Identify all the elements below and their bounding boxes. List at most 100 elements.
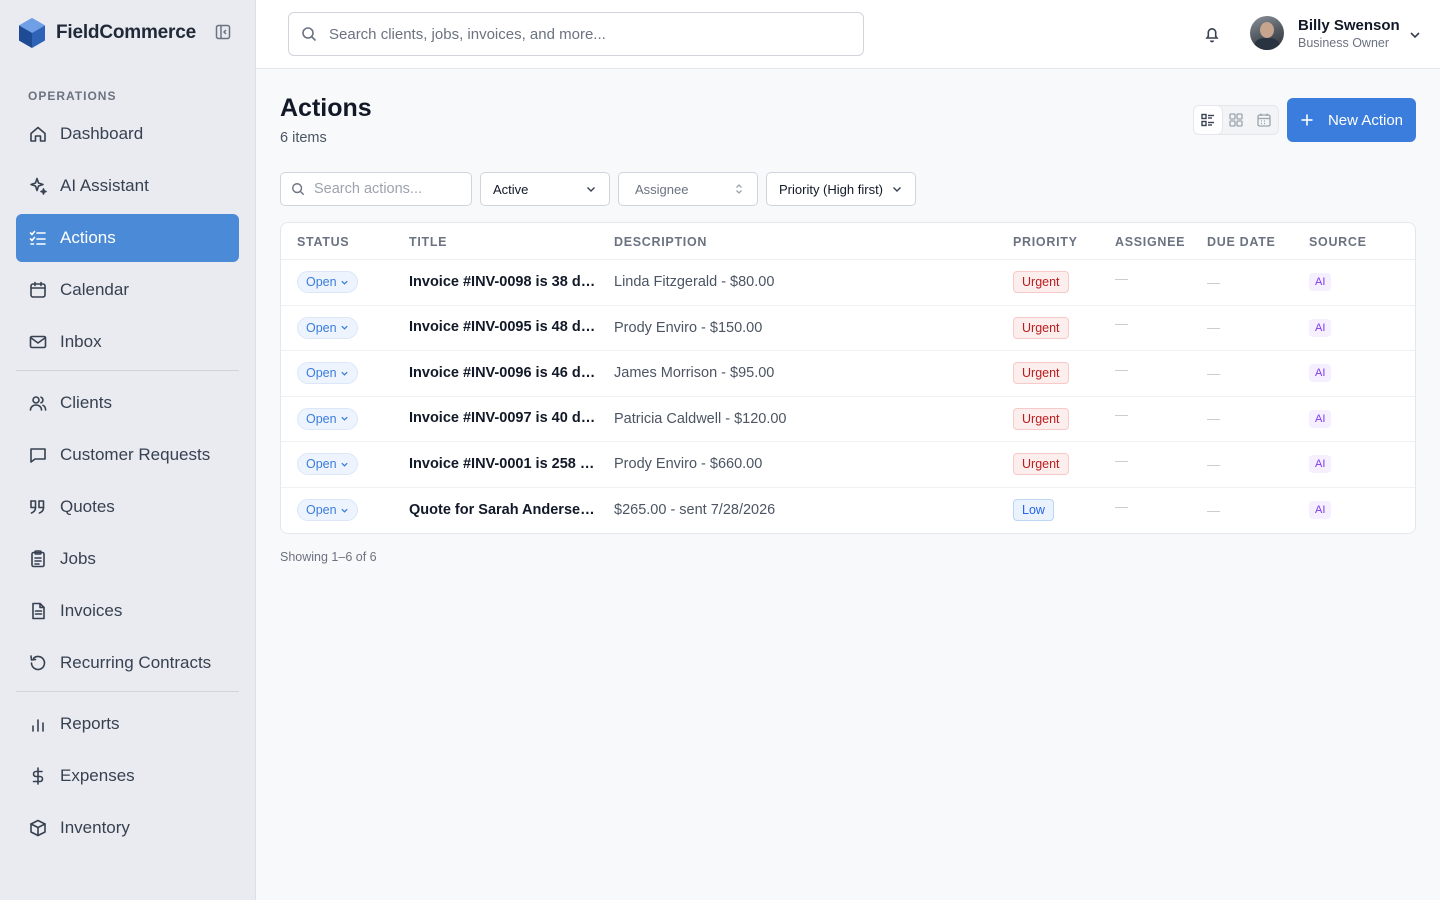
action-description: Prody Enviro - $150.00 bbox=[614, 319, 763, 336]
table-row[interactable]: Open Invoice #INV-0098 is 38 days overdue… bbox=[281, 260, 1415, 306]
column-header[interactable]: DUE DATE bbox=[1207, 235, 1276, 249]
table-header: STATUS TITLE DESCRIPTION PRIORITY ASSIGNEE DU… bbox=[281, 223, 1415, 260]
source-badge: AI bbox=[1309, 455, 1332, 474]
chevrons-up-down-icon bbox=[736, 184, 742, 194]
sidebar-item-label: AI Assistant bbox=[60, 176, 149, 195]
chevron-down-icon bbox=[340, 508, 348, 513]
sidebar-item-inventory[interactable]: Inventory bbox=[16, 804, 239, 852]
user-name: Billy Swenson bbox=[1298, 16, 1400, 34]
actions-search[interactable] bbox=[280, 172, 472, 206]
sidebar-item-actions[interactable]: Actions bbox=[16, 214, 239, 262]
sidebar-item-quotes[interactable]: Quotes bbox=[16, 483, 239, 531]
sidebar-item-recurring-contracts[interactable]: Recurring Contracts bbox=[16, 639, 239, 687]
action-title[interactable]: Invoice #INV-0098 is 38 days overdue bbox=[409, 260, 601, 306]
source-badge: AI bbox=[1309, 318, 1332, 337]
assignee-value: — bbox=[1115, 361, 1128, 377]
new-action-label: New Action bbox=[1327, 111, 1404, 129]
calendar-icon bbox=[30, 281, 46, 298]
new-action-button[interactable]: New Action bbox=[1287, 98, 1416, 142]
sidebar-item-jobs[interactable]: Jobs bbox=[16, 535, 239, 583]
column-header[interactable]: STATUS bbox=[297, 235, 349, 249]
column-header[interactable]: TITLE bbox=[409, 235, 447, 249]
table-row[interactable]: Open Invoice #INV-0095 is 48 days overdue… bbox=[281, 305, 1415, 351]
status-dropdown[interactable]: Open bbox=[297, 407, 358, 430]
source-badge: AI bbox=[1309, 364, 1332, 383]
sidebar-item-dashboard[interactable]: Dashboard bbox=[16, 110, 239, 158]
bar-chart-icon bbox=[32, 719, 44, 732]
action-title[interactable]: Invoice #INV-0001 is 258 days overdue bbox=[409, 442, 601, 488]
sidebar-item-ai-assistant[interactable]: AI Assistant bbox=[16, 162, 239, 210]
status-dropdown[interactable]: Open bbox=[297, 316, 358, 339]
sort-select[interactable]: Priority (High first) bbox=[766, 172, 916, 206]
column-header[interactable]: SOURCE bbox=[1309, 235, 1367, 249]
sidebar-item-customer-requests[interactable]: Customer Requests bbox=[16, 431, 239, 479]
action-title[interactable]: Invoice #INV-0097 is 40 days overdue bbox=[409, 396, 601, 442]
file-text-icon bbox=[32, 602, 45, 620]
assignee-value: — bbox=[1115, 498, 1128, 514]
calendar-view-icon bbox=[1257, 113, 1271, 127]
sidebar-item-label: Reports bbox=[60, 714, 120, 733]
table-row[interactable]: Open Invoice #INV-0097 is 40 days overdue… bbox=[281, 396, 1415, 442]
status-dropdown[interactable]: Open bbox=[297, 499, 358, 522]
sparkles-icon bbox=[30, 177, 47, 195]
actions-table: STATUS TITLE DESCRIPTION PRIORITY ASSIGNEE DU… bbox=[280, 222, 1416, 534]
table-row[interactable]: Open Quote for Sarah Andersen awaiting re… bbox=[281, 488, 1415, 534]
view-toggle bbox=[1193, 105, 1279, 135]
mail-icon bbox=[29, 335, 47, 349]
due-date-value: — bbox=[1207, 365, 1220, 381]
section-label-operations: OPERATIONS bbox=[28, 89, 117, 103]
priority-badge: Urgent bbox=[1013, 453, 1069, 476]
column-header[interactable]: PRIORITY bbox=[1013, 235, 1078, 249]
sidebar-item-label: Jobs bbox=[60, 549, 96, 568]
sidebar-item-label: Dashboard bbox=[60, 124, 144, 143]
source-badge: AI bbox=[1309, 273, 1332, 292]
action-title[interactable]: Quote for Sarah Andersen awaiting respon… bbox=[409, 488, 601, 534]
sidebar-nav: Dashboard AI Assistant Actions Calendar Inbo… bbox=[16, 110, 239, 856]
rotate-ccw-icon bbox=[30, 655, 46, 671]
action-description: James Morrison - $95.00 bbox=[614, 365, 775, 382]
column-header[interactable]: ASSIGNEE bbox=[1115, 235, 1185, 249]
status-label: Open bbox=[306, 275, 337, 290]
sidebar-item-calendar[interactable]: Calendar bbox=[16, 266, 239, 314]
search-icon bbox=[292, 183, 305, 196]
sidebar-item-label: Calendar bbox=[60, 280, 129, 299]
actions-search-input[interactable] bbox=[314, 181, 464, 197]
chevron-down-icon bbox=[587, 187, 595, 192]
column-header[interactable]: DESCRIPTION bbox=[614, 235, 707, 249]
global-search-input[interactable] bbox=[329, 25, 849, 43]
brand[interactable]: FieldCommerce bbox=[18, 16, 238, 50]
list-view-button[interactable] bbox=[1194, 106, 1222, 134]
table-row[interactable]: Open Invoice #INV-0096 is 46 days overdue… bbox=[281, 351, 1415, 397]
chevron-down-icon bbox=[340, 462, 348, 467]
notifications-bell-icon[interactable] bbox=[1202, 24, 1222, 44]
sidebar-item-label: Customer Requests bbox=[60, 445, 211, 464]
assignee-value: — bbox=[1115, 407, 1128, 423]
calendar-view-button[interactable] bbox=[1250, 106, 1278, 134]
grid-view-button[interactable] bbox=[1222, 106, 1250, 134]
status-filter-select[interactable]: Active bbox=[480, 172, 610, 206]
action-title[interactable]: Invoice #INV-0095 is 48 days overdue bbox=[409, 305, 601, 351]
status-dropdown[interactable]: Open bbox=[297, 362, 358, 385]
global-search[interactable] bbox=[288, 12, 864, 56]
plus-icon bbox=[1301, 114, 1313, 126]
priority-badge: Urgent bbox=[1013, 407, 1069, 430]
status-dropdown[interactable]: Open bbox=[297, 271, 358, 294]
sidebar-item-label: Inventory bbox=[60, 818, 130, 837]
chevron-down-icon[interactable] bbox=[1408, 28, 1422, 42]
sidebar-item-reports[interactable]: Reports bbox=[16, 700, 239, 748]
sidebar-item-inbox[interactable]: Inbox bbox=[16, 318, 239, 366]
collapse-sidebar-icon[interactable] bbox=[214, 23, 232, 41]
chevron-down-icon bbox=[340, 371, 348, 376]
assignee-filter-select[interactable]: Assignee bbox=[618, 172, 758, 206]
sidebar-item-clients[interactable]: Clients bbox=[16, 379, 239, 427]
user-menu[interactable]: Billy Swenson Business Owner bbox=[1250, 16, 1400, 50]
sidebar-item-expenses[interactable]: Expenses bbox=[16, 752, 239, 800]
sidebar-item-label: Clients bbox=[60, 393, 112, 412]
sidebar-item-invoices[interactable]: Invoices bbox=[16, 587, 239, 635]
status-dropdown[interactable]: Open bbox=[297, 453, 358, 476]
action-title[interactable]: Invoice #INV-0096 is 46 days overdue bbox=[409, 351, 601, 397]
brand-logo-icon bbox=[19, 18, 45, 48]
list-checks-icon bbox=[29, 230, 46, 245]
chevron-down-icon bbox=[340, 280, 348, 285]
table-row[interactable]: Open Invoice #INV-0001 is 258 days overdu… bbox=[281, 442, 1415, 488]
